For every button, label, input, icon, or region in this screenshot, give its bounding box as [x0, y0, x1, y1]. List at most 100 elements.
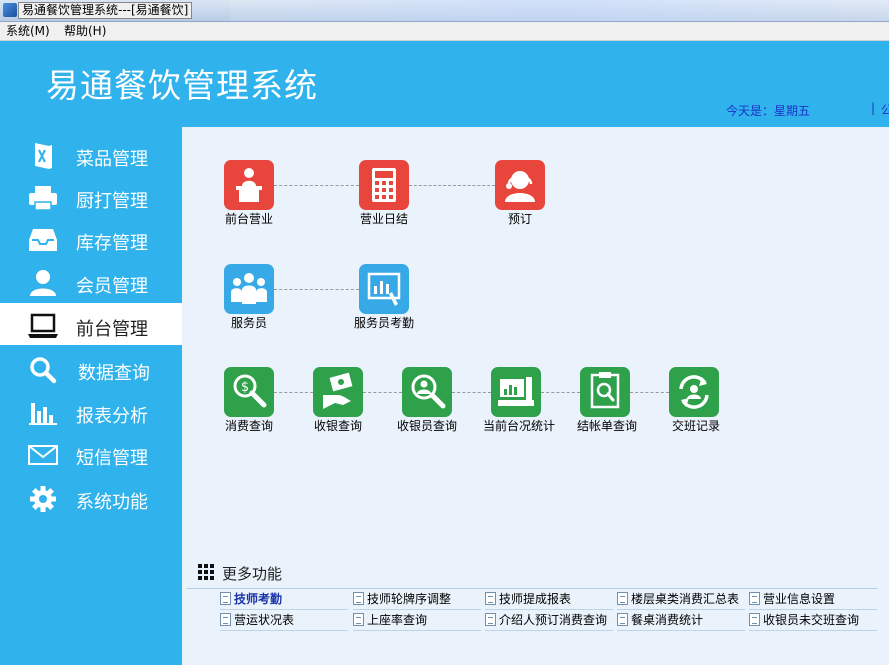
tile-cashier-query[interactable] [313, 367, 363, 417]
link-occupancy-query[interactable]: 上座率查询 [353, 612, 481, 631]
tile-label-bill-query: 结帐单查询 [576, 419, 638, 433]
printer-icon [29, 186, 57, 211]
sidebar-item-dishes[interactable]: 菜品管理 [0, 133, 182, 175]
shift-exchange-icon [679, 375, 709, 409]
document-icon [617, 592, 628, 605]
inbox-icon [29, 229, 57, 251]
connector [541, 392, 580, 393]
document-icon [220, 592, 231, 605]
link-business-info-settings[interactable]: 营业信息设置 [749, 591, 877, 610]
phone-operator-icon [505, 171, 535, 202]
tile-label-waiter: 服务员 [230, 316, 268, 330]
app-header: 易通餐饮管理系统 今天是：星期五 | 公 [0, 41, 889, 127]
reception-desk-icon [236, 168, 262, 202]
connector [452, 392, 491, 393]
document-icon [353, 592, 364, 605]
tile-daily-settlement[interactable] [359, 160, 409, 210]
app-icon [3, 3, 17, 17]
connector [409, 185, 495, 186]
today-separator: | [871, 101, 876, 115]
connector [274, 289, 359, 290]
tile-cashier-staff-query[interactable] [402, 367, 452, 417]
title-bar-glass [230, 0, 889, 21]
link-technician-rotation[interactable]: 技师轮牌序调整 [353, 591, 481, 610]
sidebar-item-inventory[interactable]: 库存管理 [0, 217, 182, 259]
cash-hand-icon [323, 372, 353, 409]
sidebar-item-members[interactable]: 会员管理 [0, 260, 182, 302]
grid-icon [198, 564, 214, 580]
tile-label-consumption-query: 消费查询 [224, 419, 274, 433]
money-search-icon: $ [233, 374, 267, 408]
link-floor-table-summary[interactable]: 楼层桌类消费汇总表 [617, 591, 745, 610]
sidebar-item-system[interactable]: 系统功能 [0, 476, 182, 518]
bill-search-icon [590, 372, 620, 409]
tile-label-front-business: 前台营业 [224, 212, 274, 226]
tile-waiter-attendance[interactable] [359, 264, 409, 314]
sidebar-item-front-desk[interactable]: 前台管理 [0, 303, 182, 345]
sidebar-label-dishes: 菜品管理 [76, 149, 148, 170]
tile-label-reservation: 预订 [507, 212, 533, 226]
document-icon [617, 613, 628, 626]
today-extra: 公 [881, 103, 889, 117]
envelope-icon [28, 445, 58, 465]
link-cashier-unshifted-query[interactable]: 收银员未交班查询 [749, 612, 877, 631]
tile-consumption-query[interactable]: $ [224, 367, 274, 417]
document-icon [353, 613, 364, 626]
sidebar-label-front-desk: 前台管理 [76, 319, 148, 340]
cashier-search-icon [411, 374, 446, 409]
search-icon [30, 357, 57, 384]
tile-current-status-stats[interactable] [491, 367, 541, 417]
menu-book-icon [35, 143, 52, 169]
tile-label-current-status-stats: 当前台况统计 [482, 419, 556, 433]
tile-front-business[interactable] [224, 160, 274, 210]
menu-system[interactable]: 系统(M) [6, 24, 50, 39]
menu-help[interactable]: 帮助(H) [64, 24, 106, 39]
tile-shift-record[interactable] [669, 367, 719, 417]
calculator-icon [372, 168, 396, 202]
link-technician-attendance[interactable]: 技师考勤 [220, 591, 348, 610]
tile-label-cashier-query: 收银查询 [313, 419, 363, 433]
today-label: 今天是：星期五 [726, 104, 811, 118]
sidebar-label-data-query: 数据查询 [78, 363, 150, 384]
connector [274, 185, 359, 186]
menu-bar: 系统(M) 帮助(H) [0, 22, 889, 41]
connector [363, 392, 402, 393]
window-title: 易通餐饮管理系统---[易通餐饮] [18, 2, 193, 19]
svg-text:$: $ [241, 380, 249, 395]
sidebar-label-kitchen-print: 厨打管理 [76, 191, 148, 212]
document-icon [749, 592, 760, 605]
sidebar-label-inventory: 库存管理 [76, 233, 148, 254]
tile-label-cashier-staff-query: 收银员查询 [396, 419, 458, 433]
sidebar: 菜品管理 厨打管理 库存管理 会员管理 前台管理 数据查询 报表分析 短信管理 … [0, 127, 182, 665]
connector [274, 392, 313, 393]
more-functions-divider [186, 588, 878, 589]
sidebar-item-reports[interactable]: 报表分析 [0, 390, 182, 432]
tile-label-waiter-attendance: 服务员考勤 [353, 316, 415, 330]
link-referrer-booking-query[interactable]: 介绍人预订消费查询 [485, 612, 613, 631]
tile-reservation[interactable] [495, 160, 545, 210]
staff-group-icon [231, 273, 267, 304]
sidebar-item-sms[interactable]: 短信管理 [0, 432, 182, 474]
sidebar-item-kitchen-print[interactable]: 厨打管理 [0, 175, 182, 217]
link-technician-commission[interactable]: 技师提成报表 [485, 591, 613, 610]
connector [630, 392, 669, 393]
attendance-chart-icon [367, 272, 401, 306]
sidebar-label-members: 会员管理 [76, 276, 148, 297]
tile-waiter[interactable] [224, 264, 274, 314]
sidebar-label-sms: 短信管理 [76, 448, 148, 469]
document-icon [485, 592, 496, 605]
sidebar-item-data-query[interactable]: 数据查询 [0, 347, 182, 389]
tile-label-daily-settlement: 营业日结 [359, 212, 409, 226]
document-icon [485, 613, 496, 626]
link-operation-status[interactable]: 营运状况表 [220, 612, 348, 631]
more-functions-title: 更多功能 [222, 565, 283, 583]
tile-bill-query[interactable] [580, 367, 630, 417]
sidebar-label-reports: 报表分析 [76, 406, 148, 427]
tile-label-shift-record: 交班记录 [671, 419, 721, 433]
sidebar-label-system: 系统功能 [76, 492, 148, 513]
user-icon [30, 270, 56, 296]
bar-chart-icon [29, 403, 57, 425]
link-table-consumption-stats[interactable]: 餐桌消费统计 [617, 612, 745, 631]
document-icon [749, 613, 760, 626]
title-bar: 易通餐饮管理系统---[易通餐饮] [0, 0, 889, 22]
